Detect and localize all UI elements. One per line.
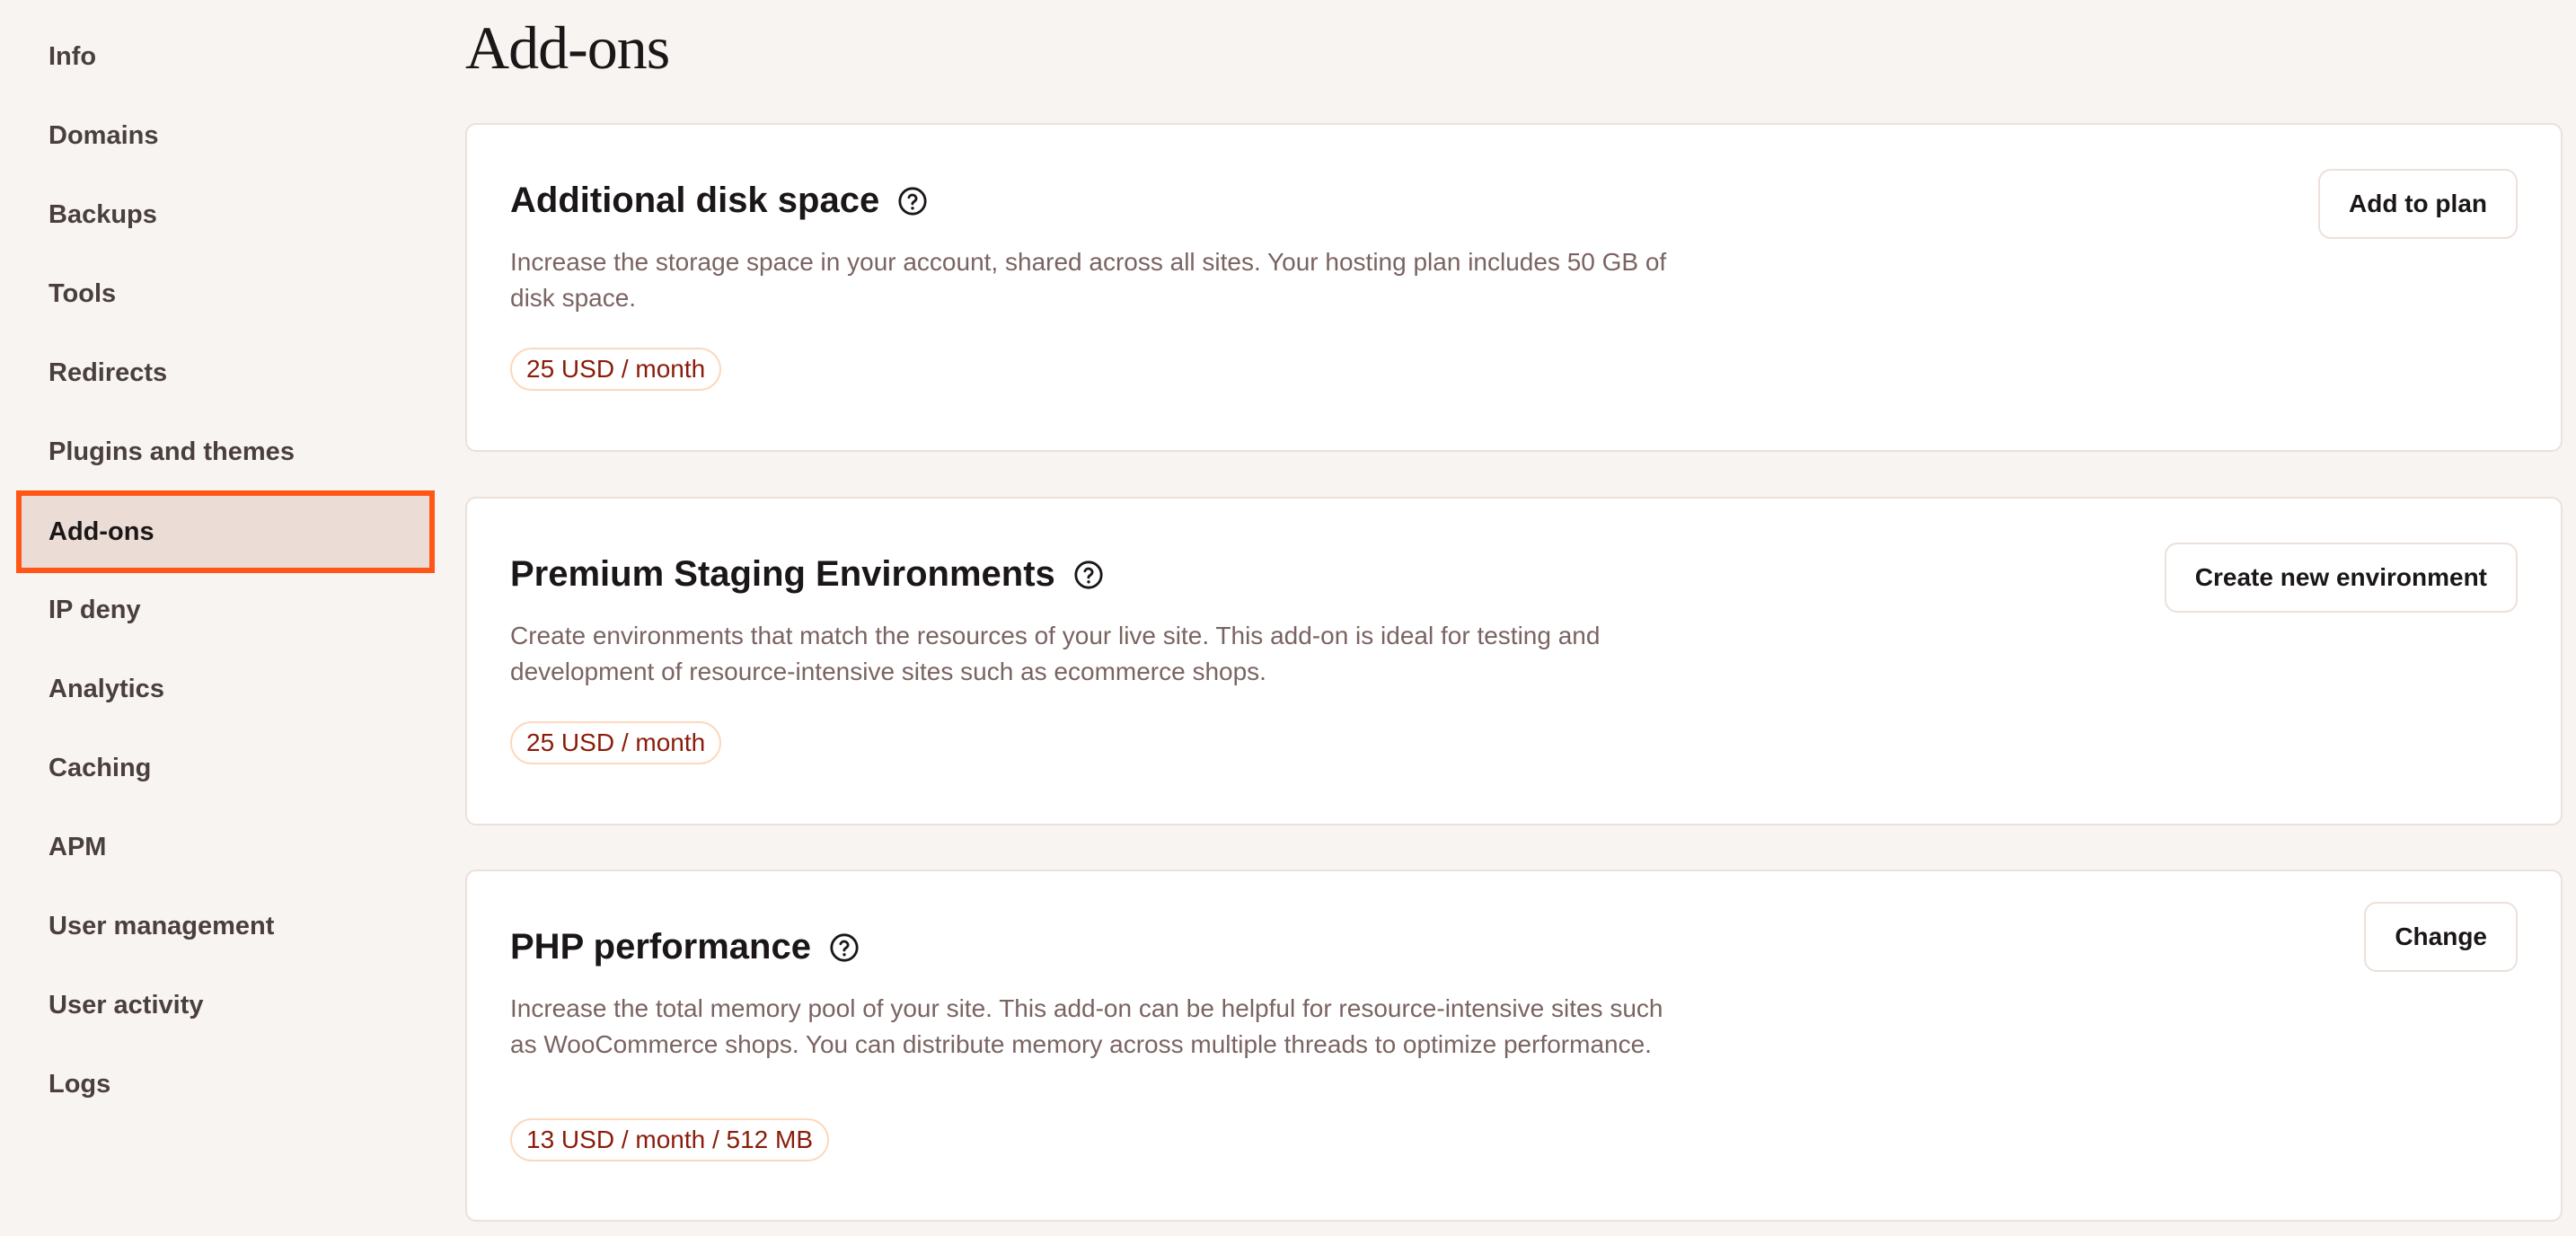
- addon-card-disk-space: Additional disk space Increase the stora…: [465, 123, 2563, 452]
- sidebar-item-label: User activity: [49, 990, 204, 1020]
- help-circle-icon[interactable]: [897, 186, 928, 216]
- sidebar-item-info[interactable]: Info: [16, 17, 435, 96]
- sidebar-item-ip-deny[interactable]: IP deny: [16, 570, 435, 649]
- help-circle-icon[interactable]: [829, 932, 860, 963]
- sidebar-item-backups[interactable]: Backups: [16, 175, 435, 254]
- card-title-text: PHP performance: [510, 927, 811, 967]
- page-title: Add-ons: [465, 13, 670, 82]
- sidebar-item-domains[interactable]: Domains: [16, 96, 435, 175]
- sidebar-item-analytics[interactable]: Analytics: [16, 649, 435, 728]
- sidebar-item-label: Tools: [49, 278, 117, 308]
- sidebar: Info Domains Backups Tools Redirects Plu…: [0, 0, 449, 1236]
- addon-card-premium-staging: Premium Staging Environments Create envi…: [465, 497, 2563, 825]
- change-button[interactable]: Change: [2364, 902, 2518, 972]
- price-badge: 25 USD / month: [510, 721, 722, 764]
- sidebar-item-redirects[interactable]: Redirects: [16, 333, 435, 412]
- sidebar-item-label: IP deny: [49, 595, 141, 624]
- sidebar-item-label: Caching: [49, 753, 152, 782]
- price-badge: 25 USD / month: [510, 348, 722, 391]
- card-title-text: Premium Staging Environments: [510, 554, 1055, 594]
- sidebar-item-apm[interactable]: APM: [16, 808, 435, 887]
- card-description: Increase the storage space in your accou…: [510, 248, 1667, 312]
- sidebar-item-label: Backups: [49, 199, 157, 229]
- add-to-plan-button[interactable]: Add to plan: [2318, 169, 2518, 239]
- sidebar-item-caching[interactable]: Caching: [16, 728, 435, 808]
- sidebar-item-label: Logs: [49, 1069, 111, 1099]
- sidebar-item-label: Info: [49, 41, 97, 71]
- card-title: Premium Staging Environments: [510, 554, 1104, 595]
- card-title-text: Additional disk space: [510, 181, 880, 220]
- sidebar-item-plugins-and-themes[interactable]: Plugins and themes: [16, 412, 435, 491]
- sidebar-item-label: Domains: [49, 120, 159, 150]
- sidebar-item-tools[interactable]: Tools: [16, 254, 435, 333]
- sidebar-item-label: Analytics: [49, 674, 164, 703]
- help-circle-icon[interactable]: [1073, 560, 1104, 590]
- sidebar-item-label: Plugins and themes: [49, 437, 295, 466]
- card-description: Increase the total memory pool of your s…: [510, 994, 1663, 1058]
- sidebar-item-label: APM: [49, 832, 107, 861]
- sidebar-item-label: Redirects: [49, 358, 168, 387]
- card-description: Create environments that match the resou…: [510, 622, 1601, 685]
- sidebar-item-user-management[interactable]: User management: [16, 887, 435, 966]
- sidebar-item-logs[interactable]: Logs: [16, 1045, 435, 1124]
- create-new-environment-button[interactable]: Create new environment: [2164, 543, 2518, 613]
- sidebar-item-label: User management: [49, 911, 275, 940]
- card-title: Additional disk space: [510, 181, 928, 221]
- card-title: PHP performance: [510, 927, 860, 967]
- sidebar-item-user-activity[interactable]: User activity: [16, 966, 435, 1045]
- addon-card-php-performance: PHP performance Increase the total memor…: [465, 870, 2563, 1222]
- sidebar-item-label: Add-ons: [49, 516, 154, 546]
- price-badge: 13 USD / month / 512 MB: [510, 1118, 830, 1161]
- sidebar-item-add-ons[interactable]: Add-ons: [16, 490, 435, 573]
